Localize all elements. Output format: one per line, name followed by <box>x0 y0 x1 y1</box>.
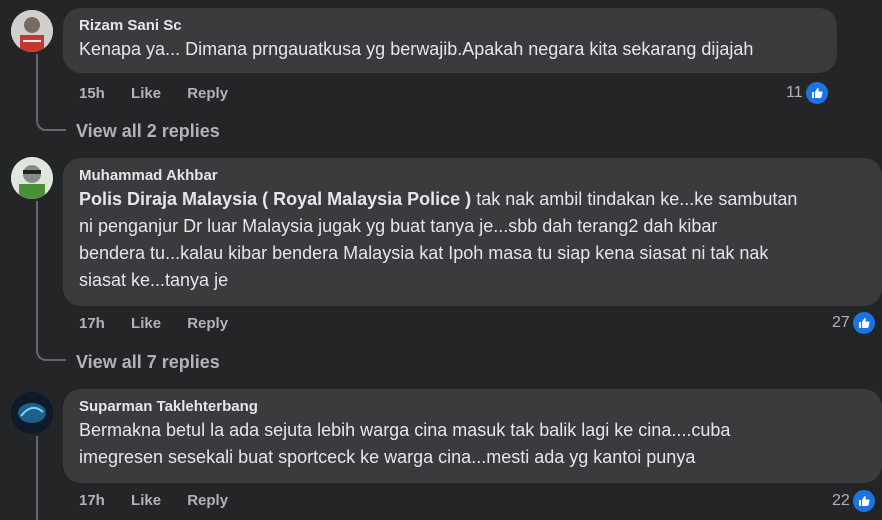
reply-button[interactable]: Reply <box>187 315 228 332</box>
comment-author[interactable]: Muhammad Akhbar <box>79 166 866 186</box>
comment-text-line: siasat ke...tanya je <box>79 270 229 290</box>
comment-text-line: tak nak ambil tindakan ke...ke sambutan <box>471 189 798 209</box>
comment-text: Polis Diraja Malaysia ( Royal Malaysia P… <box>79 186 866 294</box>
reply-button[interactable]: Reply <box>187 85 228 102</box>
comment-text: Bermakna betul la ada sejuta lebih warga… <box>79 417 866 471</box>
mention-link[interactable]: Polis Diraja Malaysia ( Royal Malaysia P… <box>79 189 471 209</box>
thread-line <box>36 436 38 520</box>
comment-author[interactable]: Suparman Taklehterbang <box>79 397 866 417</box>
avatar[interactable] <box>11 157 53 199</box>
thumbs-up-icon <box>850 310 877 336</box>
comment-actions: 17h Like Reply <box>79 492 250 509</box>
view-all-replies-link[interactable]: View all 7 replies <box>76 352 220 373</box>
comment-text: Kenapa ya... Dimana prngauatkusa yg berw… <box>79 39 754 59</box>
comment-text-line: imegresen sesekali buat sportceck ke war… <box>79 447 696 467</box>
thread-line <box>36 201 38 345</box>
avatar[interactable] <box>11 392 53 434</box>
comment-bubble: Muhammad Akhbar Polis Diraja Malaysia ( … <box>63 158 882 306</box>
comment-bubble: Rizam Sani Sc Kenapa ya... Dimana prngau… <box>63 8 837 73</box>
comment-text-line: bendera tu...kalau kibar bendera Malaysi… <box>79 243 769 263</box>
like-button[interactable]: Like <box>131 85 161 102</box>
comment-text-line: Bermakna betul la ada sejuta lebih warga… <box>79 420 731 440</box>
avatar-image <box>11 157 53 199</box>
view-all-replies-link[interactable]: View all 2 replies <box>76 121 220 142</box>
comment-text-line: ni penganjur Dr luar Malaysia jugak yg b… <box>79 216 718 236</box>
reaction-count[interactable]: 11 <box>786 80 830 106</box>
reaction-count[interactable]: 27 <box>832 310 877 336</box>
avatar-image <box>11 10 53 52</box>
comment-time[interactable]: 17h <box>79 492 105 509</box>
reaction-count-text: 27 <box>832 314 850 331</box>
thread-line <box>36 54 38 115</box>
reaction-count-text: 22 <box>832 492 850 509</box>
like-button[interactable]: Like <box>131 315 161 332</box>
comment-actions: 17h Like Reply <box>79 315 250 332</box>
avatar[interactable] <box>11 10 53 52</box>
thread-connector <box>36 343 66 361</box>
reaction-count[interactable]: 22 <box>832 488 877 514</box>
comment-time[interactable]: 17h <box>79 315 105 332</box>
avatar-image <box>11 392 53 434</box>
thumbs-up-icon <box>850 488 877 514</box>
comment-author[interactable]: Rizam Sani Sc <box>79 16 821 36</box>
reply-button[interactable]: Reply <box>187 492 228 509</box>
like-button[interactable]: Like <box>131 492 161 509</box>
thumbs-up-icon <box>803 80 830 106</box>
reaction-count-text: 11 <box>786 84 803 101</box>
comment-actions: 15h Like Reply <box>79 85 250 102</box>
comment-bubble: Suparman Taklehterbang Bermakna betul la… <box>63 389 882 483</box>
comment-time[interactable]: 15h <box>79 85 105 102</box>
thread-connector <box>36 113 66 131</box>
